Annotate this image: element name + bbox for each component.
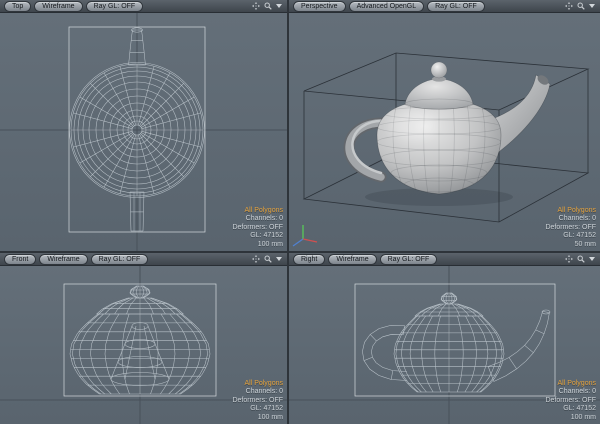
raygl-button[interactable]: Ray GL: OFF <box>90 253 149 265</box>
viewport-header-icons <box>565 2 596 10</box>
pan-icon[interactable] <box>565 2 573 10</box>
zoom-icon[interactable] <box>577 255 585 263</box>
viewport-menu-icon[interactable] <box>276 257 282 261</box>
pan-icon[interactable] <box>565 255 573 263</box>
viewport-header: Front Wireframe Ray GL: OFF <box>0 253 287 266</box>
perspective-viewport-canvas[interactable]: All Polygons Channels: 0 Deformers: OFF … <box>289 13 600 251</box>
axis-gizmo <box>292 225 318 247</box>
shading-mode-button[interactable]: Advanced OpenGL <box>348 0 425 12</box>
view-type-button[interactable]: Front <box>4 253 37 265</box>
top-viewport-canvas[interactable]: All Polygons Channels: 0 Deformers: OFF … <box>0 13 287 251</box>
raygl-button[interactable]: Ray GL: OFF <box>379 253 438 265</box>
viewport-header: Right Wireframe Ray GL: OFF <box>289 253 600 266</box>
quad-viewport-layout: Top Wireframe Ray GL: OFF All Polygons C… <box>0 0 600 424</box>
viewport-perspective: Perspective Advanced OpenGL Ray GL: OFF <box>289 0 600 251</box>
front-view-wireframe <box>0 266 287 424</box>
zoom-icon[interactable] <box>264 2 272 10</box>
pan-icon[interactable] <box>252 2 260 10</box>
viewport-header: Top Wireframe Ray GL: OFF <box>0 0 287 13</box>
viewport-menu-icon[interactable] <box>589 257 595 261</box>
perspective-shaded-view <box>292 52 590 247</box>
view-type-button[interactable]: Perspective <box>293 0 346 12</box>
shading-mode-button[interactable]: Wireframe <box>39 253 88 265</box>
viewport-header: Perspective Advanced OpenGL Ray GL: OFF <box>289 0 600 13</box>
viewport-menu-icon[interactable] <box>589 4 595 8</box>
viewport-menu-icon[interactable] <box>276 4 282 8</box>
pan-icon[interactable] <box>252 255 260 263</box>
view-type-button[interactable]: Top <box>4 0 32 12</box>
right-view-wireframe <box>289 266 600 424</box>
view-type-button[interactable]: Right <box>293 253 326 265</box>
viewport-header-icons <box>565 255 596 263</box>
shading-mode-button[interactable]: Wireframe <box>328 253 377 265</box>
zoom-icon[interactable] <box>264 255 272 263</box>
viewport-right: Right Wireframe Ray GL: OFF All Polygons… <box>289 253 600 424</box>
shading-mode-button[interactable]: Wireframe <box>34 0 83 12</box>
zoom-icon[interactable] <box>577 2 585 10</box>
viewport-front: Front Wireframe Ray GL: OFF All Polygons… <box>0 253 287 424</box>
right-viewport-canvas[interactable]: All Polygons Channels: 0 Deformers: OFF … <box>289 266 600 424</box>
front-viewport-canvas[interactable]: All Polygons Channels: 0 Deformers: OFF … <box>0 266 287 424</box>
viewport-header-icons <box>252 255 283 263</box>
viewport-top: Top Wireframe Ray GL: OFF All Polygons C… <box>0 0 287 251</box>
raygl-button[interactable]: Ray GL: OFF <box>427 0 485 12</box>
top-view-wireframe <box>0 13 287 251</box>
viewport-header-icons <box>252 2 283 10</box>
raygl-button[interactable]: Ray GL: OFF <box>85 0 144 12</box>
